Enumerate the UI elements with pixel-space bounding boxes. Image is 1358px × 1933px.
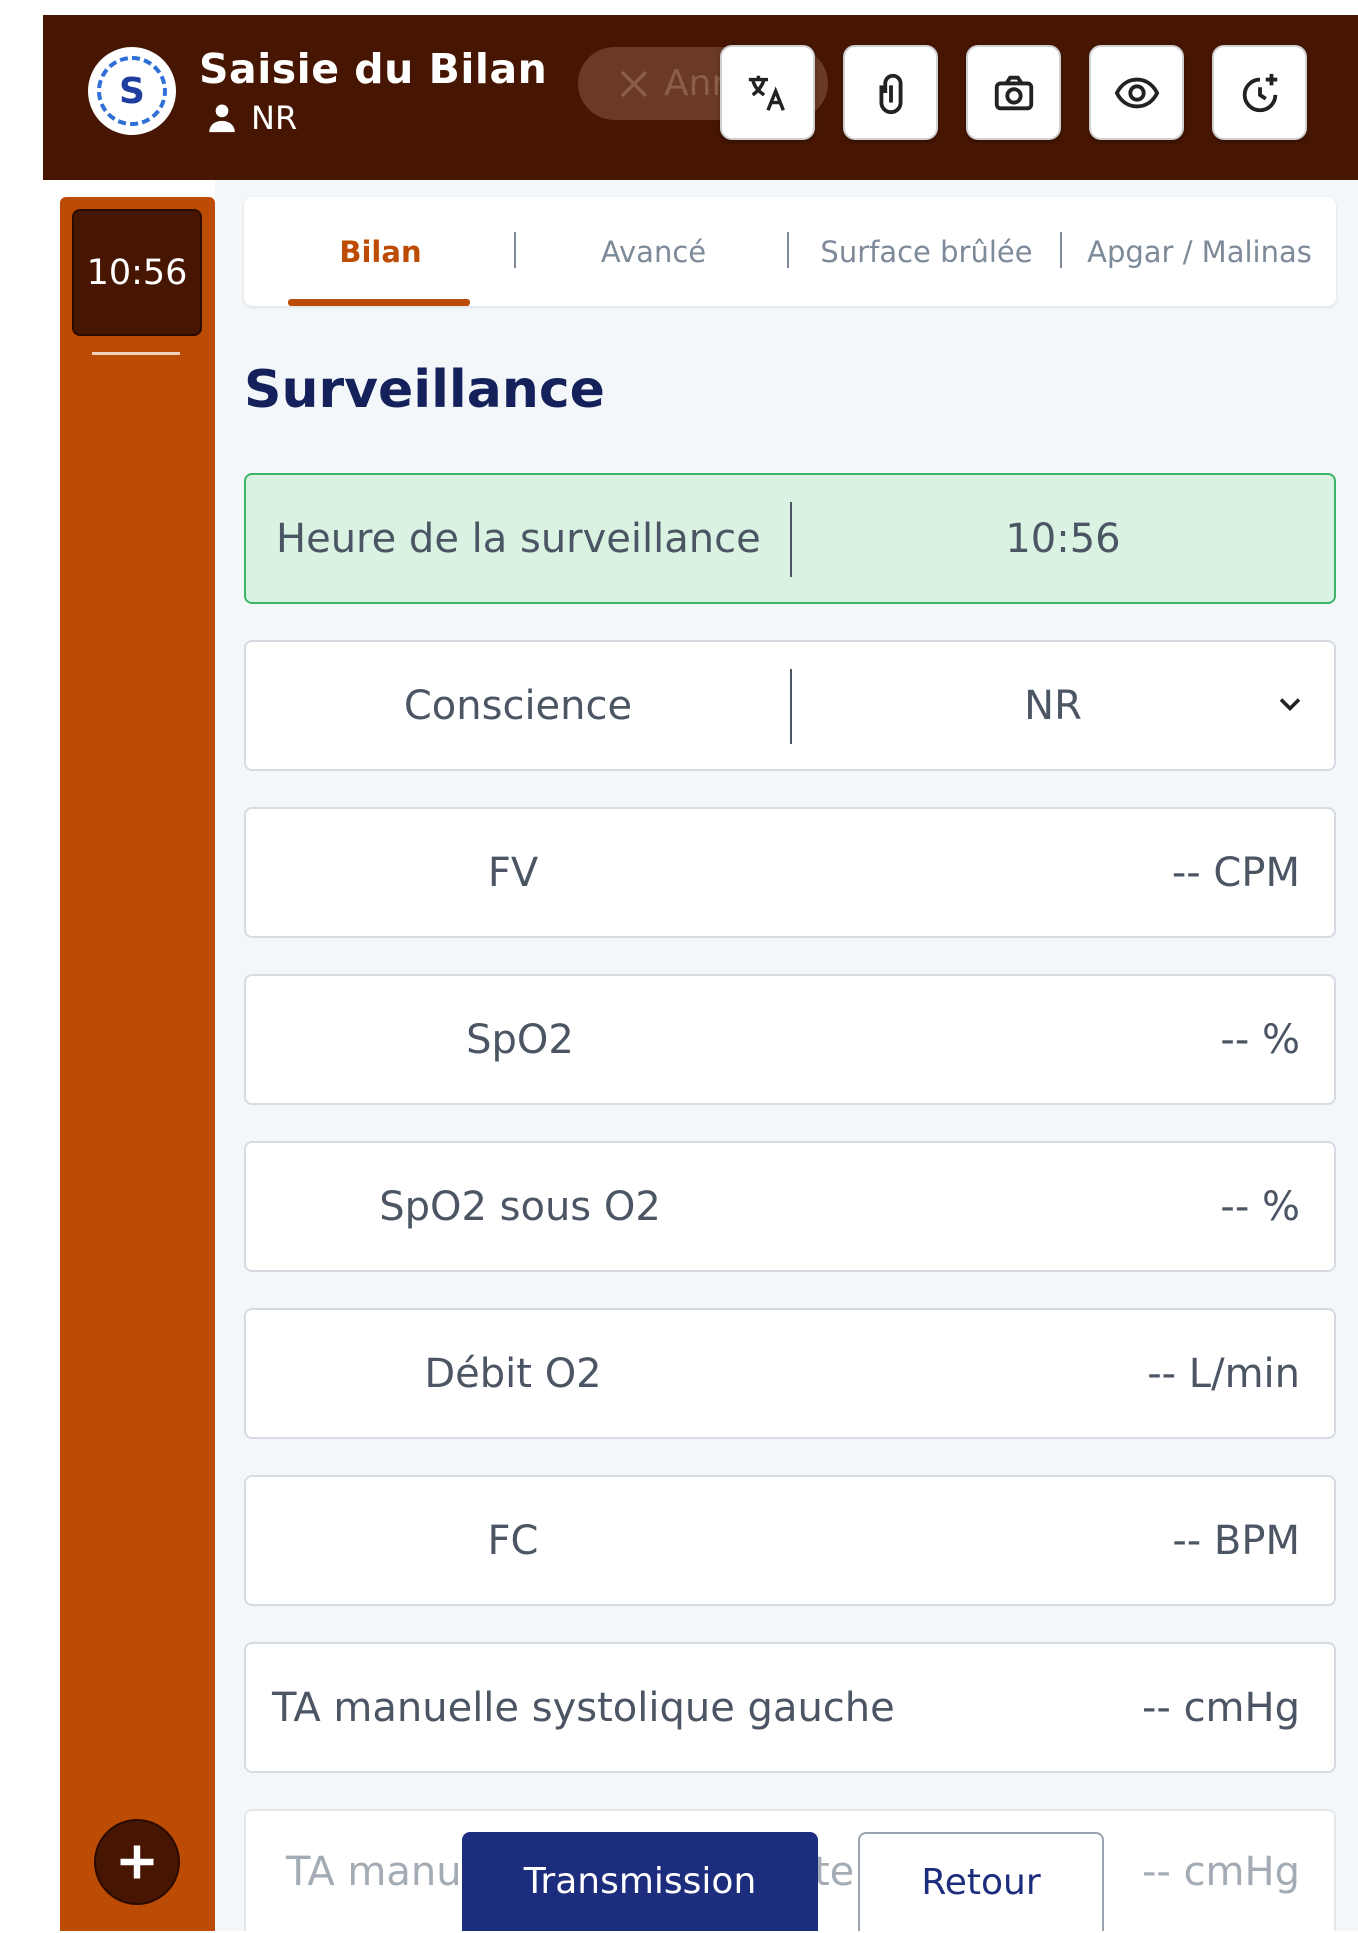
tab-apgar-malinas[interactable]: Apgar / Malinas (1063, 197, 1336, 306)
person-icon (209, 104, 235, 133)
add-time-button[interactable] (1212, 45, 1307, 140)
attach-button[interactable] (843, 45, 938, 140)
translate-button[interactable] (720, 45, 815, 140)
field-label: SpO2 sous O2 (379, 1183, 661, 1230)
field-value: -- L/min (1147, 1350, 1300, 1397)
eye-icon (1114, 77, 1159, 108)
field-label: TA manuelle systolique gauche (272, 1684, 895, 1731)
conscience-select[interactable]: Conscience NR (244, 640, 1336, 771)
field-value: -- CPM (1171, 849, 1300, 896)
active-tab-indicator (288, 299, 470, 306)
spo2-field[interactable]: SpO2 -- % (244, 974, 1336, 1105)
tab-bilan[interactable]: Bilan (244, 197, 517, 306)
field-label: TA manue (286, 1849, 487, 1895)
field-value: -- % (1220, 1016, 1300, 1063)
tab-separator (787, 232, 789, 268)
field-value: -- cmHg (1141, 1684, 1300, 1731)
plus-icon (120, 1845, 154, 1879)
field-value: -- cmHg (1141, 1849, 1300, 1895)
field-label: FV (487, 849, 539, 896)
tab-separator (1060, 232, 1062, 268)
field-value: NR (1024, 682, 1082, 729)
debit-o2-field[interactable]: Débit O2 -- L/min (244, 1308, 1336, 1439)
logo-icon: S (97, 56, 167, 126)
field-label: Heure de la surveillance (276, 515, 761, 562)
clock-plus-icon (1242, 73, 1277, 112)
paperclip-icon (879, 73, 902, 114)
field-label: Débit O2 (424, 1350, 602, 1397)
fc-field[interactable]: FC -- BPM (244, 1475, 1336, 1606)
preview-button[interactable] (1089, 45, 1184, 140)
camera-icon (994, 75, 1033, 110)
field-label: SpO2 (466, 1016, 574, 1063)
spo2-sous-o2-field[interactable]: SpO2 sous O2 -- % (244, 1141, 1336, 1272)
field-label: FC (487, 1517, 539, 1564)
heure-surveillance-field[interactable]: Heure de la surveillance 10:56 (244, 473, 1336, 604)
field-value: -- % (1220, 1183, 1300, 1230)
add-slot-button[interactable] (94, 1819, 180, 1905)
tab-surface-brulee[interactable]: Surface brûlée (790, 197, 1063, 306)
field-label-suffix: te (814, 1849, 855, 1895)
chevron-down-icon (1279, 698, 1301, 712)
fv-field[interactable]: FV -- CPM (244, 807, 1336, 938)
slot-divider (92, 352, 180, 355)
app-header: S Saisie du Bilan NR Annuler (43, 15, 1358, 180)
field-value: 10:56 (1005, 515, 1121, 562)
time-slot[interactable]: 10:56 (72, 209, 202, 336)
patient-info: NR (205, 99, 297, 137)
patient-name: NR (251, 99, 298, 137)
transmission-button[interactable]: Transmission (462, 1832, 818, 1931)
app-logo: S (88, 47, 176, 135)
tab-avance[interactable]: Avancé (517, 197, 790, 306)
translate-icon (748, 75, 785, 111)
close-icon (620, 70, 648, 97)
timeline-sidebar: 10:56 (60, 197, 215, 1931)
camera-button[interactable] (966, 45, 1061, 140)
field-value: -- BPM (1172, 1517, 1300, 1564)
tab-separator (514, 232, 516, 268)
section-title: Surveillance (244, 360, 605, 420)
tab-bar: Bilan Avancé Surface brûlée Apgar / Mali… (244, 197, 1336, 306)
retour-button[interactable]: Retour (858, 1832, 1104, 1931)
ta-systolique-gauche-field[interactable]: TA manuelle systolique gauche -- cmHg (244, 1642, 1336, 1773)
page-title: Saisie du Bilan (199, 45, 548, 93)
field-label: Conscience (403, 682, 633, 729)
